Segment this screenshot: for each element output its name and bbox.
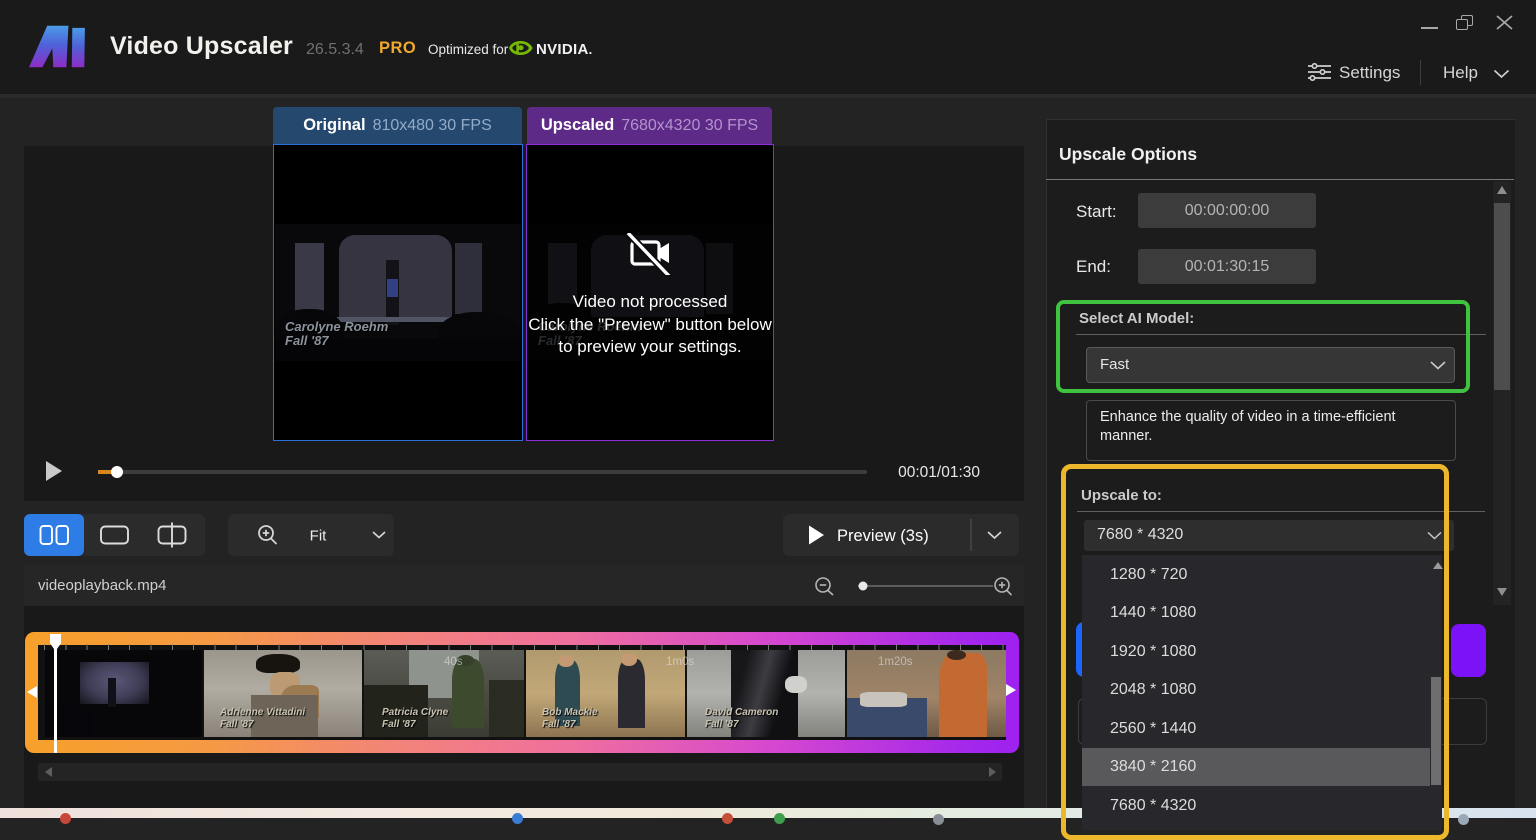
svg-text:Preview (3s): Preview (3s) — [837, 527, 929, 545]
svg-text:Fit: Fit — [310, 528, 327, 545]
